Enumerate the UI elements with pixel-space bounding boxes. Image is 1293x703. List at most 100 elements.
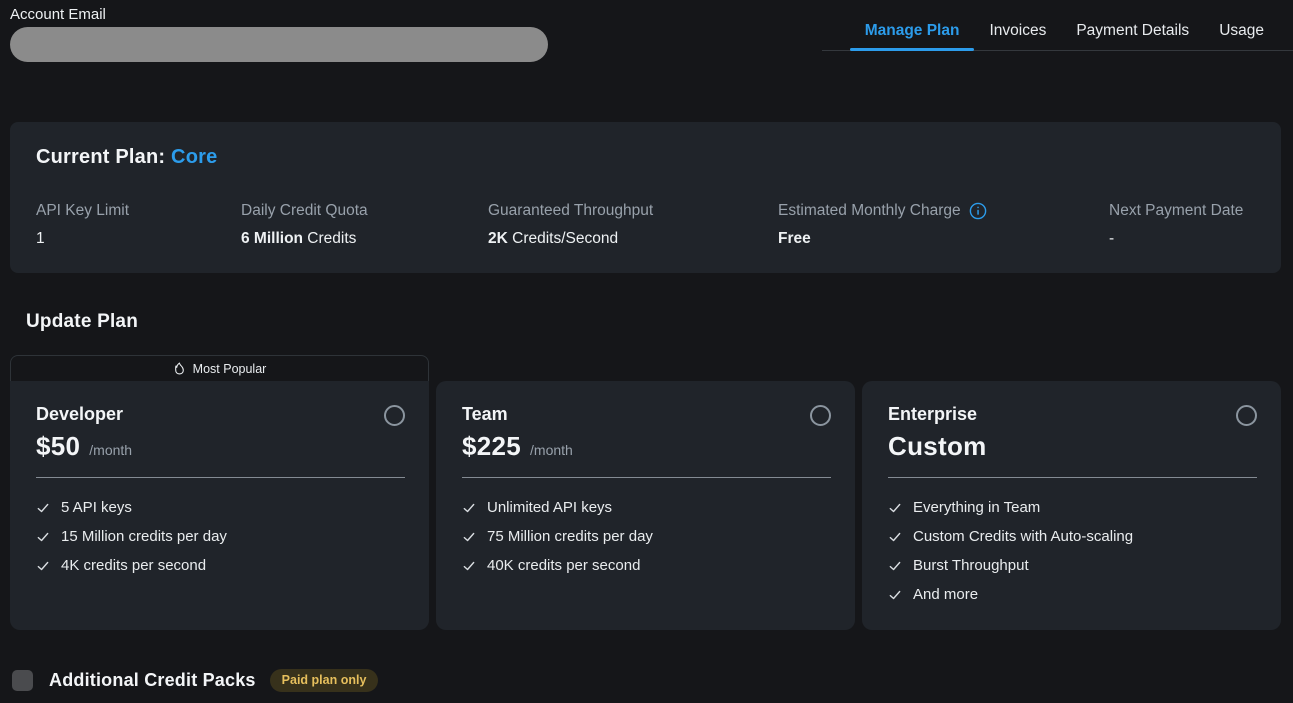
billing-tabs: Manage Plan Invoices Payment Details Usa…: [822, 0, 1293, 51]
tab-manage-plan[interactable]: Manage Plan: [850, 0, 975, 50]
plan-radio-developer[interactable]: [384, 405, 405, 426]
additional-credit-packs-row: Additional Credit Packs Paid plan only: [12, 669, 1293, 692]
stat-label: Guaranteed Throughput: [488, 202, 778, 220]
plan-card-enterprise[interactable]: Enterprise Custom Everything in Team Cus…: [862, 381, 1281, 630]
feature-label: 4K credits per second: [61, 557, 206, 574]
stat-estimated-monthly-charge: Estimated Monthly Charge Free: [778, 202, 1109, 248]
checkmark-icon: [888, 559, 902, 573]
plan-name: Team: [462, 404, 831, 425]
feature-item: 40K credits per second: [462, 551, 831, 580]
stat-value: Free: [778, 230, 1109, 248]
tab-invoices[interactable]: Invoices: [974, 0, 1061, 50]
current-plan-name: Core: [171, 146, 217, 168]
checkmark-icon: [36, 501, 50, 515]
current-plan-stats: API Key Limit 1 Daily Credit Quota 6 Mil…: [36, 202, 1255, 248]
divider: [888, 477, 1257, 478]
checkmark-icon: [462, 501, 476, 515]
flame-icon: [173, 362, 186, 375]
stat-value: 6 Million Credits: [241, 230, 488, 248]
stat-value-bold: 2K: [488, 230, 508, 247]
stat-value-bold: Free: [778, 230, 811, 247]
stat-next-payment-date: Next Payment Date -: [1109, 202, 1255, 248]
feature-item: Unlimited API keys: [462, 493, 831, 522]
plan-price-period: /month: [530, 442, 573, 458]
feature-label: Everything in Team: [913, 499, 1040, 516]
plan-option-team: Team $225 /month Unlimited API keys 75 M…: [436, 355, 855, 630]
stat-value-normal: Credits: [303, 230, 356, 247]
plan-options: Most Popular Developer $50 /month 5 API …: [10, 355, 1281, 630]
divider: [36, 477, 405, 478]
stat-value: 2K Credits/Second: [488, 230, 778, 248]
plan-features: Everything in Team Custom Credits with A…: [888, 493, 1257, 609]
plan-price: $50 /month: [36, 431, 405, 464]
feature-label: And more: [913, 586, 978, 603]
current-plan-title: Current Plan: Core: [36, 146, 1255, 169]
divider: [462, 477, 831, 478]
plan-radio-enterprise[interactable]: [1236, 405, 1257, 426]
credit-packs-label: Additional Credit Packs: [49, 670, 256, 691]
stat-label: Next Payment Date: [1109, 202, 1255, 220]
feature-item: Custom Credits with Auto-scaling: [888, 522, 1257, 551]
tab-payment-details[interactable]: Payment Details: [1061, 0, 1204, 50]
current-plan-card: Current Plan: Core API Key Limit 1 Daily…: [10, 122, 1281, 273]
feature-label: Unlimited API keys: [487, 499, 612, 516]
most-popular-band: Most Popular: [10, 355, 429, 381]
feature-item: 75 Million credits per day: [462, 522, 831, 551]
feature-label: 75 Million credits per day: [487, 528, 653, 545]
page-header: Account Email Manage Plan Invoices Payme…: [0, 0, 1293, 61]
feature-item: Everything in Team: [888, 493, 1257, 522]
feature-item: 5 API keys: [36, 493, 405, 522]
plan-price: $225 /month: [462, 431, 831, 464]
tab-usage[interactable]: Usage: [1204, 0, 1279, 50]
checkmark-icon: [888, 588, 902, 602]
plan-price: Custom: [888, 431, 1257, 464]
stat-label: API Key Limit: [36, 202, 241, 220]
stat-value-bold: 6 Million: [241, 230, 303, 247]
feature-label: Burst Throughput: [913, 557, 1029, 574]
plan-radio-team[interactable]: [810, 405, 831, 426]
credit-packs-checkbox[interactable]: [12, 670, 33, 691]
update-plan-heading: Update Plan: [26, 311, 1293, 333]
checkmark-icon: [888, 530, 902, 544]
stat-label-text: Estimated Monthly Charge: [778, 202, 961, 220]
stat-value: -: [1109, 230, 1255, 248]
stat-label: Estimated Monthly Charge: [778, 202, 1109, 220]
checkmark-icon: [888, 501, 902, 515]
feature-label: 15 Million credits per day: [61, 528, 227, 545]
feature-label: 40K credits per second: [487, 557, 640, 574]
plan-name: Developer: [36, 404, 405, 425]
most-popular-label: Most Popular: [193, 362, 267, 376]
stat-value-normal: -: [1109, 230, 1114, 247]
account-email-input[interactable]: [10, 27, 548, 62]
checkmark-icon: [462, 559, 476, 573]
paid-plan-only-badge: Paid plan only: [270, 669, 379, 692]
plan-card-team[interactable]: Team $225 /month Unlimited API keys 75 M…: [436, 381, 855, 630]
stat-value-normal: Credits/Second: [508, 230, 618, 247]
feature-item: 15 Million credits per day: [36, 522, 405, 551]
plan-card-developer[interactable]: Developer $50 /month 5 API keys 15 Milli…: [10, 381, 429, 630]
checkmark-icon: [36, 530, 50, 544]
stat-label: Daily Credit Quota: [241, 202, 488, 220]
plan-price-amount: Custom: [888, 431, 987, 462]
checkmark-icon: [36, 559, 50, 573]
feature-item: Burst Throughput: [888, 551, 1257, 580]
info-icon[interactable]: [969, 202, 987, 220]
stat-guaranteed-throughput: Guaranteed Throughput 2K Credits/Second: [488, 202, 778, 248]
plan-price-amount: $225: [462, 431, 521, 462]
plan-option-developer: Most Popular Developer $50 /month 5 API …: [10, 355, 429, 630]
stat-value: 1: [36, 230, 241, 248]
plan-price-amount: $50: [36, 431, 80, 462]
current-plan-prefix: Current Plan:: [36, 146, 165, 168]
stat-api-key-limit: API Key Limit 1: [36, 202, 241, 248]
feature-item: And more: [888, 580, 1257, 609]
plan-name: Enterprise: [888, 404, 1257, 425]
feature-item: 4K credits per second: [36, 551, 405, 580]
account-email-block: Account Email: [10, 6, 548, 62]
checkmark-icon: [462, 530, 476, 544]
feature-label: 5 API keys: [61, 499, 132, 516]
stat-daily-credit-quota: Daily Credit Quota 6 Million Credits: [241, 202, 488, 248]
stat-value-normal: 1: [36, 230, 45, 247]
account-email-label: Account Email: [10, 6, 548, 23]
plan-features: Unlimited API keys 75 Million credits pe…: [462, 493, 831, 580]
feature-label: Custom Credits with Auto-scaling: [913, 528, 1133, 545]
